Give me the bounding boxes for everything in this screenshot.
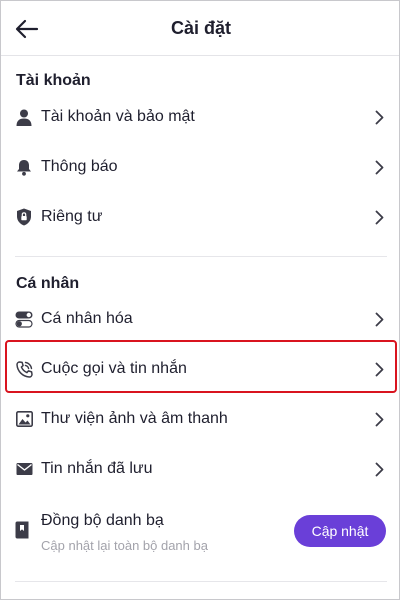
section-title-account: Tài khoản <box>16 72 91 89</box>
settings-item-label: Tài khoản và bảo mật <box>41 108 195 125</box>
settings-item-notifications[interactable]: Thông báo <box>1 145 399 189</box>
settings-item-saved-messages[interactable]: Tin nhắn đã lưu <box>1 447 399 491</box>
chevron-right-icon <box>373 460 385 478</box>
section-divider <box>15 256 387 257</box>
bell-icon <box>15 158 33 176</box>
settings-item-media-library[interactable]: Thư viện ảnh và âm thanh <box>1 397 399 441</box>
settings-item-label: Thông báo <box>41 158 118 175</box>
settings-item-label: Riêng tư <box>41 208 103 225</box>
settings-item-label: Thư viện ảnh và âm thanh <box>41 410 228 427</box>
settings-item-personalization[interactable]: Cá nhân hóa <box>1 297 399 341</box>
settings-item-account-security[interactable]: Tài khoản và bảo mật <box>1 95 399 139</box>
user-icon <box>15 108 33 126</box>
contacts-book-icon <box>15 521 33 539</box>
chevron-right-icon <box>373 108 385 126</box>
highlight-box <box>5 340 397 393</box>
chevron-right-icon <box>373 208 385 226</box>
toggle-icon <box>15 310 33 328</box>
update-button[interactable]: Cập nhật <box>294 515 386 547</box>
section-divider <box>15 581 387 582</box>
settings-item-label: Cá nhân hóa <box>41 310 133 327</box>
chevron-right-icon <box>373 158 385 176</box>
page-title: Cài đặt <box>170 18 231 38</box>
image-icon <box>15 410 33 428</box>
app-header: Cài đặt <box>1 1 399 57</box>
contact-sync-description: Cập nhật lại toàn bộ danh bạ <box>41 538 208 553</box>
chevron-right-icon <box>373 310 385 328</box>
settings-item-privacy[interactable]: Riêng tư <box>1 195 399 239</box>
section-title-personal: Cá nhân <box>16 275 80 292</box>
shield-lock-icon <box>15 208 33 226</box>
settings-screen: Cài đặt Tài khoản Tài khoản và bảo mật T… <box>0 0 400 600</box>
header-divider <box>1 55 399 56</box>
contact-sync-label: Đồng bộ danh bạ <box>41 512 164 529</box>
chevron-right-icon <box>373 410 385 428</box>
envelope-icon <box>15 460 33 478</box>
settings-item-label: Tin nhắn đã lưu <box>41 460 153 477</box>
